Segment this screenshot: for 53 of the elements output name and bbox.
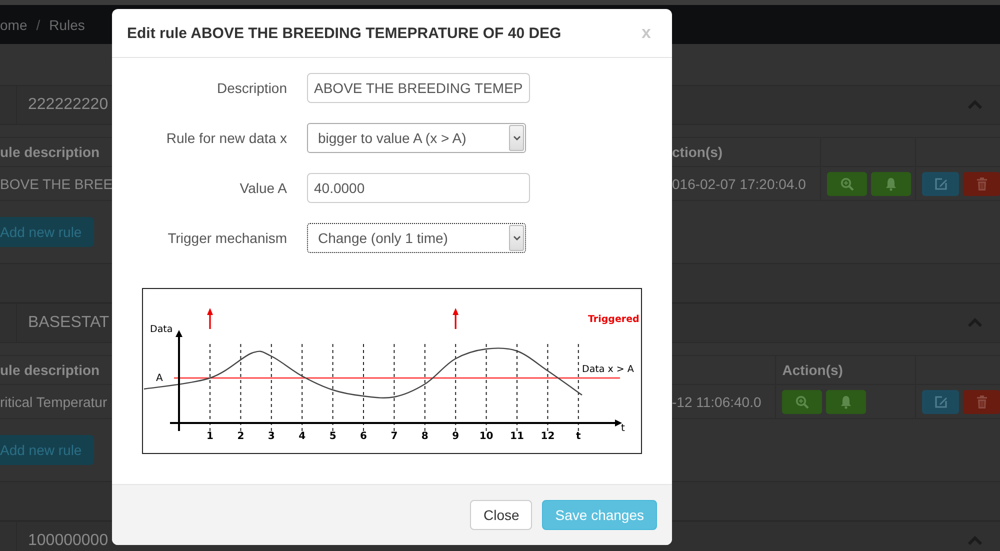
view-button[interactable] <box>782 390 822 414</box>
threshold-caption: Data x > A <box>582 364 634 375</box>
tick-label: 9 <box>452 431 460 442</box>
panel-title: BASESTAT <box>28 314 110 332</box>
alert-button[interactable] <box>826 390 866 414</box>
tick-label: t <box>576 431 581 442</box>
delete-button[interactable] <box>963 390 1000 414</box>
field-label: Value A <box>240 180 287 196</box>
alert-button[interactable] <box>870 172 911 196</box>
select-field[interactable]: Change (only 1 time) <box>307 223 526 253</box>
threshold-label: A <box>156 373 163 384</box>
caret-icon <box>512 135 520 141</box>
view-button[interactable] <box>826 172 867 196</box>
select-field[interactable]: bigger to value A (x > A) <box>307 123 526 153</box>
edit-button[interactable] <box>922 172 959 196</box>
trash-icon <box>976 176 988 190</box>
tick-label: 7 <box>390 431 398 442</box>
field-label: Rule for new data x <box>166 130 287 146</box>
tick-label: 1 <box>206 431 214 442</box>
breadcrumb-link[interactable]: ome <box>0 16 28 32</box>
field-label: Trigger mechanism <box>168 230 287 246</box>
trash-icon <box>976 394 988 408</box>
axis-label: Data <box>150 324 173 335</box>
tick-label: 3 <box>268 431 275 442</box>
edit-icon <box>934 176 948 190</box>
modal-title: Edit rule ABOVE THE BREEDING TEMEPRATURE OF 40 DEG <box>127 24 562 42</box>
bell-icon <box>884 176 897 190</box>
search-icon <box>795 394 810 408</box>
tick-label: 12 <box>540 431 555 442</box>
breadcrumb-current: Rules <box>49 16 85 32</box>
bell-icon <box>840 394 852 408</box>
tick-label: 6 <box>360 431 367 442</box>
edit-button[interactable] <box>922 390 959 414</box>
tick-label: 4 <box>298 431 306 442</box>
close-button[interactable]: Close <box>470 500 532 530</box>
column-header: Action(s) <box>775 356 915 385</box>
trigger-caption: Triggered <box>588 314 640 325</box>
panel-title: 100000000 <box>28 532 108 550</box>
text-field[interactable]: 40.0000 <box>307 173 530 203</box>
tick-label: 2 <box>237 431 244 442</box>
field-label: Description <box>216 80 287 96</box>
tick-label: 8 <box>421 431 428 442</box>
axis-label: t <box>621 423 625 434</box>
tick-label: 10 <box>479 431 494 442</box>
edit-icon <box>934 394 948 408</box>
tick-label: 5 <box>329 431 336 442</box>
search-icon <box>840 176 854 190</box>
caret-icon <box>512 235 520 241</box>
breadcrumb-separator: / <box>36 16 40 32</box>
panel-title: 222222220 <box>28 96 108 114</box>
delete-button[interactable] <box>963 172 1000 196</box>
text-field[interactable]: ABOVE THE BREEDING TEMEP <box>307 73 530 103</box>
tick-label: 11 <box>510 431 524 442</box>
